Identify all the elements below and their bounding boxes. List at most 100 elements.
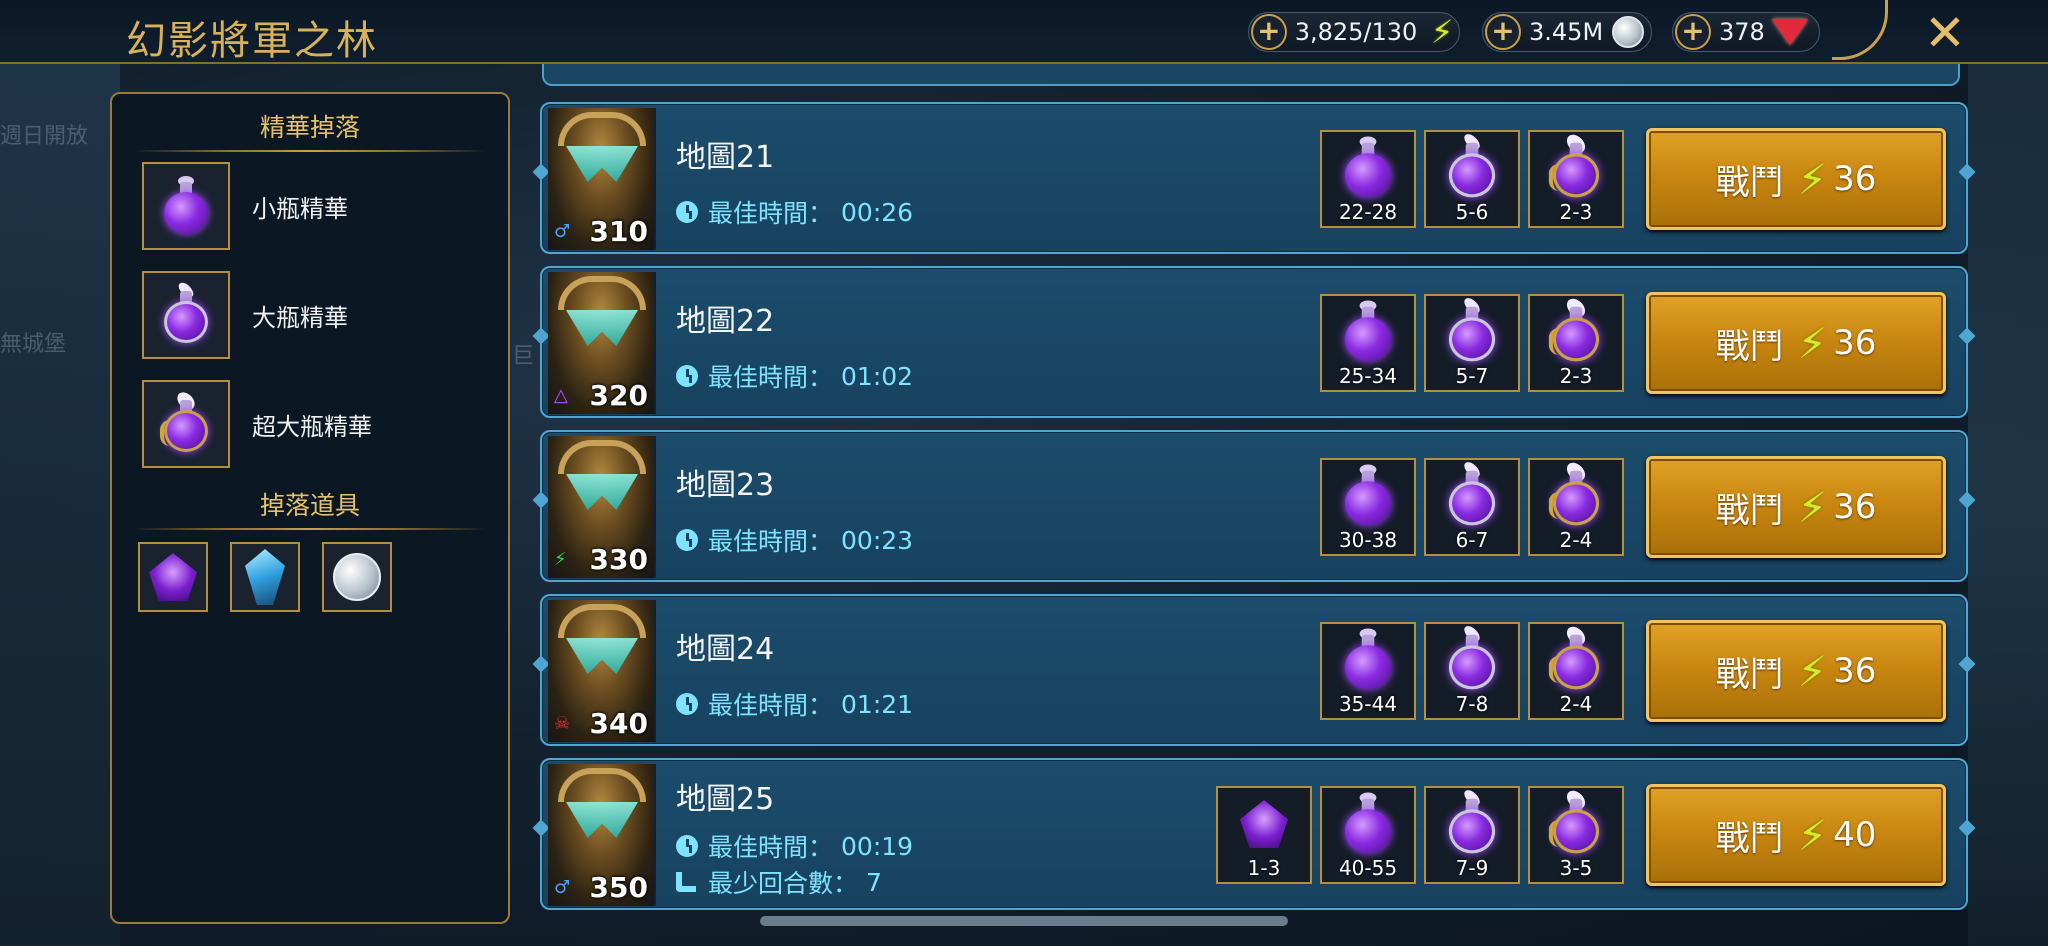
essence-label: 超大瓶精華 xyxy=(252,412,372,441)
map-name: 地圖21 xyxy=(676,140,775,175)
small-essence-potion-icon xyxy=(1339,300,1398,364)
map-row[interactable]: ☠ 340 地圖24 最佳時間： 01:21 35-44 7-8 2-4 戰鬥 … xyxy=(540,594,1968,746)
top-bar: 幻影將軍之林 + 3,825/130 ⚡ + 3.45M + 378 ✕ xyxy=(0,0,2048,64)
fight-button[interactable]: 戰鬥 ⚡ 36 xyxy=(1646,292,1946,394)
small-essence-potion-icon xyxy=(1339,136,1398,200)
energy-cost: 36 xyxy=(1833,159,1877,199)
best-time-value: 00:23 xyxy=(841,525,914,555)
boot-icon xyxy=(676,872,696,892)
drop-superior-essence[interactable]: 2-4 xyxy=(1528,622,1624,720)
magic-affinity-icon: ♂ xyxy=(554,877,571,898)
add-gems-button[interactable]: + xyxy=(1675,14,1711,50)
silver-value: 3.45M xyxy=(1529,18,1604,46)
drop-artifact[interactable]: 1-3 xyxy=(1216,786,1312,884)
silver-coin-icon[interactable] xyxy=(322,542,392,612)
energy-counter[interactable]: + 3,825/130 ⚡ xyxy=(1248,12,1460,52)
drop-small-essence[interactable]: 22-28 xyxy=(1320,130,1416,228)
drop-large-essence[interactable]: 7-9 xyxy=(1424,786,1520,884)
page-title: 幻影將軍之林 xyxy=(126,18,378,64)
background-text: 巨 xyxy=(512,344,535,369)
horizontal-scrollbar[interactable] xyxy=(760,916,1288,926)
add-silver-button[interactable]: + xyxy=(1485,14,1521,50)
fight-label: 戰鬥 xyxy=(1715,490,1784,531)
drop-quantity: 2-4 xyxy=(1559,692,1593,716)
best-time-value: 01:21 xyxy=(841,689,914,719)
map-row[interactable]: ♂ 350 地圖25 最佳時間： 00:19 最少回合數： 7 1-3 40-5… xyxy=(540,758,1968,910)
fight-button[interactable]: 戰鬥 ⚡ 36 xyxy=(1646,456,1946,558)
drop-quantity: 35-44 xyxy=(1338,692,1398,716)
drop-superior-essence[interactable]: 2-3 xyxy=(1528,294,1624,392)
drop-small-essence[interactable]: 25-34 xyxy=(1320,294,1416,392)
background-text: 週日開放 xyxy=(0,124,89,149)
drop-superior-essence[interactable]: 2-3 xyxy=(1528,130,1624,228)
gem-value: 378 xyxy=(1719,18,1765,46)
drop-quantity: 2-3 xyxy=(1559,200,1593,224)
spirit-affinity-icon: ⚡ xyxy=(554,549,567,570)
drop-quantity: 2-3 xyxy=(1559,364,1593,388)
fight-label: 戰鬥 xyxy=(1715,326,1784,367)
best-time-label: 最佳時間： xyxy=(708,199,834,228)
boss-power: 320 xyxy=(589,379,648,412)
map-row[interactable]: ♂ 310 地圖21 最佳時間： 00:26 22-28 5-6 2-3 戰鬥 … xyxy=(540,102,1968,254)
energy-value: 3,825/130 xyxy=(1294,18,1418,46)
clock-icon xyxy=(676,201,698,223)
best-time-label: 最佳時間： xyxy=(708,363,834,392)
drop-quantity: 30-38 xyxy=(1338,528,1398,552)
close-button[interactable]: ✕ xyxy=(1924,4,1966,62)
drop-quantity: 5-7 xyxy=(1455,364,1489,388)
clock-icon xyxy=(676,693,698,715)
fight-button[interactable]: 戰鬥 ⚡ 40 xyxy=(1646,784,1946,886)
magic-affinity-icon: ♂ xyxy=(554,221,571,242)
drop-small-essence[interactable]: 35-44 xyxy=(1320,622,1416,720)
best-time-label: 最佳時間： xyxy=(708,833,834,862)
purple-artifact-icon xyxy=(1240,800,1288,848)
clock-icon xyxy=(676,529,698,551)
drop-quantity: 25-34 xyxy=(1338,364,1398,388)
drop-quantity: 22-28 xyxy=(1338,200,1398,224)
best-time-label: 最佳時間： xyxy=(708,527,834,556)
drop-small-essence[interactable]: 40-55 xyxy=(1320,786,1416,884)
map-name: 地圖22 xyxy=(676,304,775,339)
add-energy-button[interactable]: + xyxy=(1251,14,1287,50)
energy-cost: 36 xyxy=(1833,651,1877,691)
drop-large-essence[interactable]: 5-6 xyxy=(1424,130,1520,228)
boss-power: 330 xyxy=(589,543,648,576)
energy-bolt-icon: ⚡ xyxy=(1797,482,1828,532)
map-list[interactable]: ♂ 310 地圖21 最佳時間： 00:26 22-28 5-6 2-3 戰鬥 … xyxy=(540,64,1972,920)
best-time: 最佳時間： 01:21 xyxy=(676,686,913,722)
large-essence-potion-icon xyxy=(142,271,230,359)
essence-label: 大瓶精華 xyxy=(252,303,348,332)
drop-large-essence[interactable]: 5-7 xyxy=(1424,294,1520,392)
best-time: 最佳時間： 00:23 xyxy=(676,522,913,558)
drop-quantity: 7-8 xyxy=(1455,692,1489,716)
blue-artifact-icon[interactable] xyxy=(230,542,300,612)
small-essence-potion-icon xyxy=(142,162,230,250)
energy-bolt-icon: ⚡ xyxy=(1797,154,1828,204)
energy-cost: 36 xyxy=(1833,323,1877,363)
best-time-value: 01:02 xyxy=(841,361,914,391)
superior-essence-potion-icon xyxy=(1547,131,1606,200)
fight-button[interactable]: 戰鬥 ⚡ 36 xyxy=(1646,128,1946,230)
gem-counter[interactable]: + 378 xyxy=(1672,12,1820,52)
fight-button[interactable]: 戰鬥 ⚡ 36 xyxy=(1646,620,1946,722)
drop-large-essence[interactable]: 7-8 xyxy=(1424,622,1520,720)
background-text: 無城堡 xyxy=(0,332,67,357)
silver-counter[interactable]: + 3.45M xyxy=(1482,12,1652,52)
ruby-gem-icon xyxy=(1771,15,1808,49)
best-time: 最佳時間： 01:02 xyxy=(676,358,913,394)
map-row[interactable]: △ 320 地圖22 最佳時間： 01:02 25-34 5-7 2-3 戰鬥 … xyxy=(540,266,1968,418)
drop-superior-essence[interactable]: 2-4 xyxy=(1528,458,1624,556)
purple-artifact-icon[interactable] xyxy=(138,542,208,612)
map-row[interactable]: ⚡ 330 地圖23 最佳時間： 00:23 30-38 6-7 2-4 戰鬥 … xyxy=(540,430,1968,582)
small-essence-potion-icon xyxy=(1339,464,1398,528)
small-essence-potion-icon xyxy=(1339,628,1398,692)
drop-quantity: 2-4 xyxy=(1559,528,1593,552)
drop-superior-essence[interactable]: 3-5 xyxy=(1528,786,1624,884)
drop-large-essence[interactable]: 6-7 xyxy=(1424,458,1520,556)
superior-essence-potion-icon xyxy=(1547,623,1606,692)
essence-item-superior: 超大瓶精華 xyxy=(142,380,372,468)
superior-essence-potion-icon xyxy=(1547,295,1606,364)
drop-small-essence[interactable]: 30-38 xyxy=(1320,458,1416,556)
fight-label: 戰鬥 xyxy=(1715,654,1784,695)
energy-bolt-icon: ⚡ xyxy=(1430,13,1454,51)
